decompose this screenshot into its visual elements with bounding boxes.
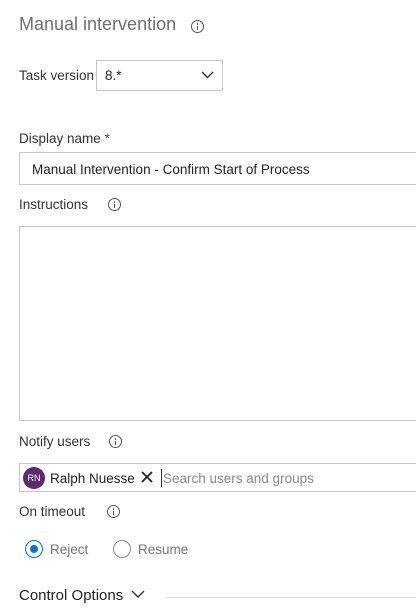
on-timeout-label: On timeout <box>19 504 86 519</box>
display-name-label: Display name * <box>19 131 110 146</box>
display-name-label-text: Display name <box>19 131 101 146</box>
reject-radio[interactable] <box>25 540 43 558</box>
display-name-value: Manual Intervention - Confirm Start of P… <box>32 162 310 177</box>
search-input[interactable]: Search users and groups <box>163 471 314 486</box>
info-icon[interactable] <box>109 435 122 448</box>
instructions-textarea[interactable] <box>19 226 416 421</box>
display-name-field[interactable]: Manual Intervention - Confirm Start of P… <box>19 152 416 185</box>
instructions-label: Instructions <box>19 197 89 212</box>
task-version-label: Task version <box>19 68 95 83</box>
avatar: RN <box>23 467 45 489</box>
info-icon[interactable] <box>191 20 204 33</box>
chevron-down-icon <box>131 590 145 598</box>
notify-users-picker[interactable]: RN Ralph Nuesse Search users and groups <box>19 463 416 492</box>
user-chip-name: Ralph Nuesse <box>50 471 135 486</box>
text-cursor <box>161 469 162 487</box>
control-options-toggle[interactable]: Control Options <box>19 587 145 604</box>
notify-users-label: Notify users <box>19 434 91 449</box>
resume-radio-label[interactable]: Resume <box>138 542 188 557</box>
required-marker: * <box>104 131 110 146</box>
info-icon[interactable] <box>108 198 121 211</box>
control-options-label: Control Options <box>19 587 124 604</box>
resume-radio[interactable] <box>113 540 131 558</box>
info-icon[interactable] <box>107 505 120 518</box>
task-version-value: 8.* <box>105 68 122 83</box>
page-title: Manual intervention <box>19 14 177 34</box>
reject-radio-label[interactable]: Reject <box>50 542 88 557</box>
task-version-dropdown[interactable]: 8.* <box>96 60 223 91</box>
close-icon[interactable] <box>139 469 155 485</box>
chevron-down-icon <box>201 71 214 79</box>
section-divider <box>166 597 416 598</box>
